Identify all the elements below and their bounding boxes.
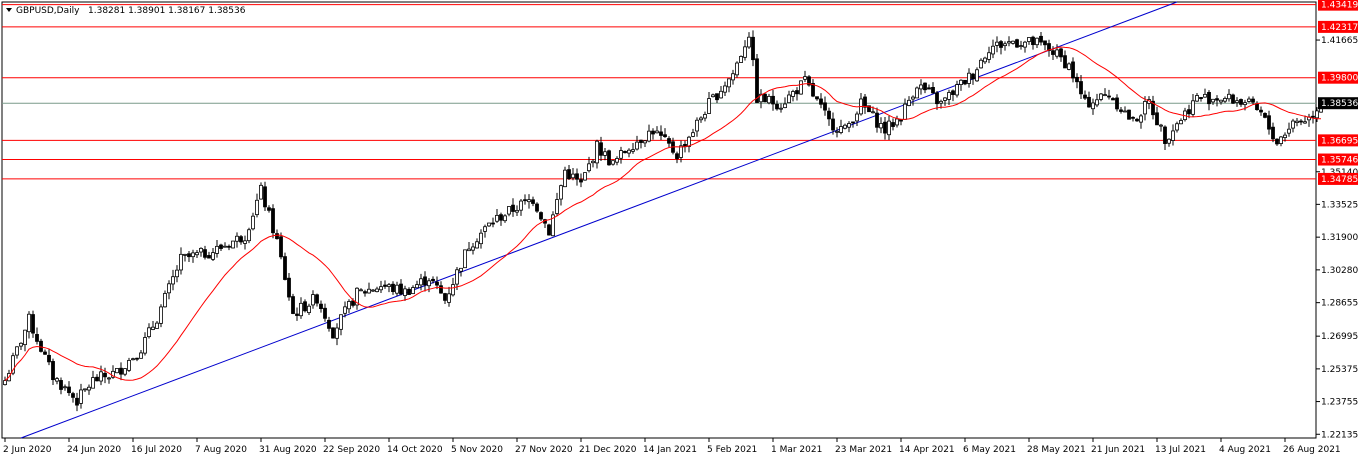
candle (799, 80, 803, 95)
candle (1231, 93, 1235, 105)
price-chart[interactable]: 1.416651.351401.335251.319001.302801.286… (0, 0, 1362, 460)
current-price-label: 1.38536 (1321, 99, 1358, 109)
level-tag[interactable]: 1.39800 (1318, 71, 1358, 84)
x-tick-label: 24 Jun 2020 (67, 445, 121, 455)
candle (755, 54, 759, 103)
y-tick-label: 1.33525 (1321, 200, 1358, 210)
y-tick-label: 1.31900 (1321, 233, 1358, 243)
candle (331, 327, 335, 339)
y-tick-label: 1.22135 (1321, 430, 1358, 440)
level-tag[interactable]: 1.35746 (1318, 153, 1358, 166)
candle (231, 240, 235, 249)
x-tick-label: 31 Aug 2020 (259, 445, 317, 455)
x-tick-label: 5 Nov 2020 (451, 445, 503, 455)
level-tag[interactable]: 1.36695 (1318, 134, 1358, 147)
y-tick-label: 1.26995 (1321, 332, 1358, 342)
y-tick-label: 1.28655 (1321, 299, 1358, 309)
time-axis[interactable]: 2 Jun 2020 24 Jun 2020 16 Jul 2020 7 Aug 20… (3, 438, 1341, 455)
candle (807, 75, 811, 87)
level-tag-label: 1.42317 (1321, 23, 1358, 33)
x-tick-label: 7 Aug 2020 (195, 445, 247, 455)
x-tick-label: 16 Jul 2020 (131, 445, 182, 455)
y-tick-label: 1.25375 (1321, 365, 1358, 375)
level-tag-label: 1.35746 (1321, 156, 1358, 166)
chart-header: GBPUSD,Daily 1.38281 1.38901 1.38167 1.3… (6, 6, 246, 16)
x-tick-label: 4 Aug 2021 (1219, 445, 1271, 455)
candle (39, 338, 43, 353)
x-tick-label: 27 Nov 2020 (515, 445, 573, 455)
candle (607, 149, 611, 166)
y-tick-label: 1.23755 (1321, 398, 1358, 408)
x-tick-label: 13 Jul 2021 (1155, 445, 1206, 455)
y-tick-label: 1.41665 (1321, 36, 1358, 46)
candle (127, 357, 131, 373)
candle (547, 223, 551, 236)
y-tick-label: 1.30280 (1321, 266, 1358, 276)
candle (247, 227, 251, 244)
candle (915, 86, 919, 99)
candle (1263, 112, 1267, 119)
x-tick-label: 14 Apr 2021 (899, 445, 955, 455)
x-tick-label: 14 Oct 2020 (387, 445, 443, 455)
candle (463, 249, 467, 269)
x-tick-label: 5 Feb 2021 (707, 445, 757, 455)
level-tag[interactable]: 1.43419 (1318, 0, 1358, 11)
candle (535, 202, 539, 213)
candle (291, 293, 295, 315)
x-tick-label: 26 Aug 2021 (1283, 445, 1341, 455)
level-tag-label: 1.39800 (1321, 74, 1358, 84)
plot-area[interactable] (1, 1, 1317, 439)
candle (1067, 62, 1071, 71)
candle (115, 367, 119, 374)
candle (735, 61, 739, 78)
candle (551, 211, 555, 237)
level-tag[interactable]: 1.34785 (1318, 172, 1358, 185)
x-tick-label: 6 May 2021 (963, 445, 1016, 455)
level-tag[interactable]: 1.42317 (1318, 20, 1358, 33)
current-price-tag: 1.38536 (1318, 97, 1358, 110)
candle (583, 172, 587, 181)
candle (159, 304, 163, 328)
ohlc-readout: 1.38281 1.38901 1.38167 1.38536 (88, 6, 246, 16)
candle (487, 222, 491, 227)
candle (259, 182, 263, 200)
candle (975, 67, 979, 82)
x-tick-label: 1 Mar 2021 (771, 445, 822, 455)
chart-window[interactable]: 1.41665 1.35140 1.33525 1.31900 1.30280 1.286… (0, 0, 1362, 460)
price-axis[interactable]: 1.416651.351401.335251.319001.302801.286… (1316, 0, 1358, 440)
symbol-label: GBPUSD,Daily (16, 6, 80, 16)
candle (1015, 38, 1019, 48)
level-tag-label: 1.36695 (1321, 136, 1358, 146)
x-tick-label: 14 Jan 2021 (643, 445, 697, 455)
candle (1127, 109, 1131, 120)
x-tick-label: 22 Sep 2020 (323, 445, 380, 455)
candle (283, 252, 287, 281)
x-tick-label: 23 Mar 2021 (835, 445, 892, 455)
x-tick-label: 21 Jun 2021 (1091, 445, 1145, 455)
level-tag-label: 1.43419 (1321, 1, 1358, 11)
candle (739, 55, 743, 63)
x-tick-label: 21 Dec 2020 (579, 445, 637, 455)
x-tick-label: 2 Jun 2020 (3, 445, 52, 455)
level-tag-label: 1.34785 (1321, 175, 1358, 185)
candle (563, 166, 567, 188)
candle (279, 232, 283, 260)
x-tick-label: 28 May 2021 (1027, 445, 1086, 455)
